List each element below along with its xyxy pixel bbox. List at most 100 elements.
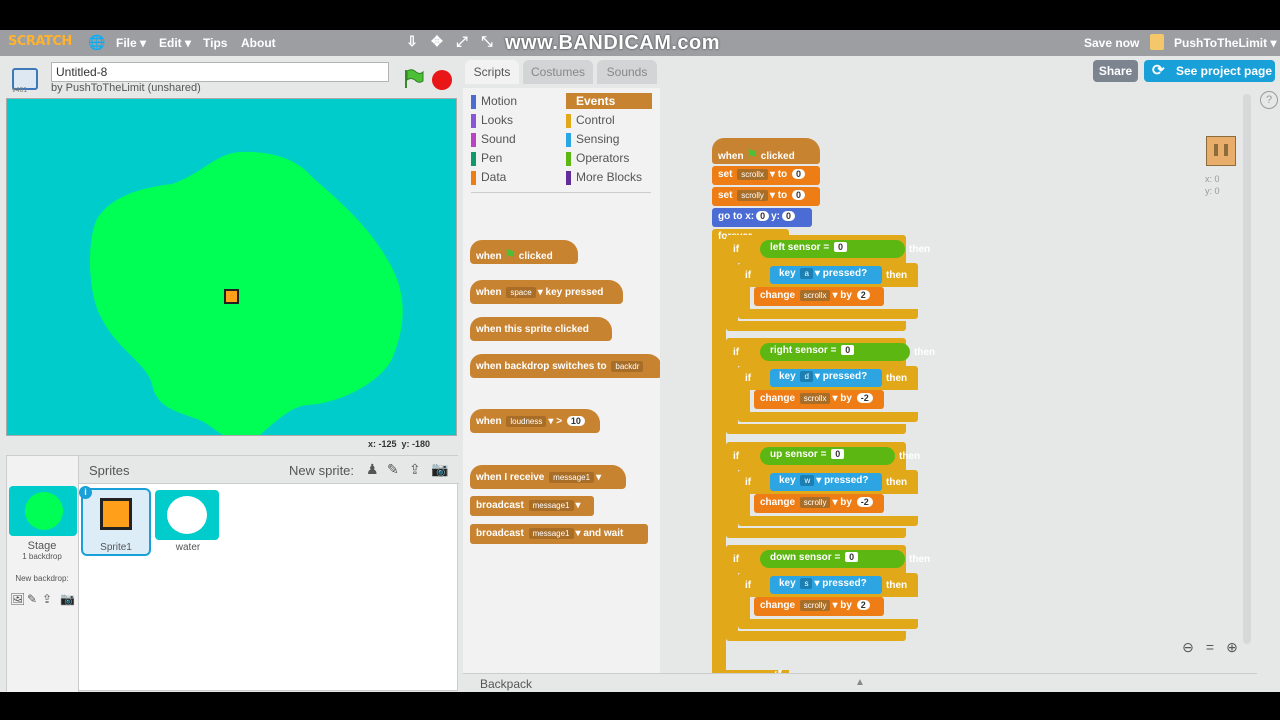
category-pen[interactable]: Pen: [471, 151, 502, 167]
sensor-equals-3[interactable]: down sensor = 0: [760, 550, 905, 568]
then2-label-1[interactable]: then: [886, 373, 907, 385]
palette-when-sprite-clicked[interactable]: when this sprite clicked: [470, 317, 612, 341]
info-icon[interactable]: i: [79, 486, 92, 499]
category-events[interactable]: Events: [566, 93, 652, 109]
sensor-equals-0[interactable]: left sensor = 0: [760, 240, 905, 258]
if-end-2[interactable]: [726, 528, 906, 538]
script-set-scrolly[interactable]: set scrolly ▾ to 0: [712, 187, 820, 206]
tab-costumes[interactable]: Costumes: [523, 60, 593, 84]
zoom-in-icon[interactable]: ⊕: [1224, 639, 1240, 655]
sensor-equals-2[interactable]: up sensor = 0: [760, 447, 895, 465]
if-arm-1[interactable]: [726, 366, 738, 430]
category-more-blocks[interactable]: More Blocks: [566, 170, 642, 186]
backpack-toggle-icon[interactable]: ▲: [855, 677, 865, 688]
key-pressed-3[interactable]: key s ▾ pressed?: [770, 576, 882, 594]
palette-broadcast[interactable]: broadcast message1 ▾: [470, 496, 594, 516]
folder-icon[interactable]: [1150, 34, 1164, 50]
palette-broadcast-and-wait[interactable]: broadcast message1 ▾ and wait: [470, 524, 648, 544]
category-operators[interactable]: Operators: [566, 151, 629, 167]
script-when-flag-clicked[interactable]: when ⚑ clicked: [712, 138, 820, 164]
stage-thumbnail[interactable]: [9, 486, 77, 536]
shrink-icon[interactable]: ⤡: [480, 34, 494, 48]
category-looks[interactable]: Looks: [471, 113, 513, 129]
tab-scripts[interactable]: Scripts: [465, 60, 519, 84]
tab-sounds[interactable]: Sounds: [597, 60, 657, 84]
menu-about[interactable]: About: [241, 36, 276, 50]
inner-arm-0[interactable]: [738, 287, 750, 311]
category-sound[interactable]: Sound: [471, 132, 516, 148]
backpack-bar[interactable]: Backpack ▲: [463, 673, 1257, 692]
stop-icon[interactable]: [432, 70, 452, 90]
category-sensing[interactable]: Sensing: [566, 132, 619, 148]
change-var-1[interactable]: change scrollx ▾ by -2: [754, 390, 884, 409]
script-set-scrollx[interactable]: set scrollx ▾ to 0: [712, 166, 820, 185]
if-arm-3[interactable]: [726, 573, 738, 637]
save-now-link[interactable]: Save now: [1084, 36, 1139, 50]
script-go-to-xy[interactable]: go to x: 0 y: 0: [712, 208, 812, 227]
inner-arm-2[interactable]: [738, 494, 750, 518]
scratch-logo[interactable]: SCRATCH: [8, 34, 72, 49]
key-pressed-2[interactable]: key w ▾ pressed?: [770, 473, 882, 491]
stage-canvas[interactable]: [6, 98, 457, 436]
category-control[interactable]: Control: [566, 113, 615, 129]
sensor-equals-1[interactable]: right sensor = 0: [760, 343, 910, 361]
sprite1-on-stage[interactable]: [224, 289, 239, 304]
menu-file[interactable]: File ▾: [116, 36, 146, 50]
help-icon[interactable]: ?: [1260, 91, 1278, 109]
palette-when-key-pressed[interactable]: when space ▾ key pressed: [470, 280, 623, 304]
upload-backdrop-icon[interactable]: ⇪: [42, 592, 52, 606]
change-var-0[interactable]: change scrollx ▾ by 2: [754, 287, 884, 306]
sprite-library-icon[interactable]: ♟: [366, 461, 379, 478]
inner-end-1[interactable]: [738, 412, 918, 422]
share-button[interactable]: Share: [1093, 60, 1138, 82]
inner-arm-1[interactable]: [738, 390, 750, 414]
green-flag-icon[interactable]: [402, 68, 424, 90]
key-pressed-1[interactable]: key d ▾ pressed?: [770, 369, 882, 387]
if-arm-2[interactable]: [726, 470, 738, 534]
inner-end-2[interactable]: [738, 516, 918, 526]
grow-icon[interactable]: ⤢: [455, 34, 469, 48]
camera-backdrop-icon[interactable]: 📷: [60, 592, 75, 606]
then-label-3[interactable]: then: [909, 554, 930, 566]
category-motion[interactable]: Motion: [471, 94, 517, 110]
then2-label-0[interactable]: then: [886, 270, 907, 282]
if-arm-0[interactable]: [726, 263, 738, 327]
key-pressed-0[interactable]: key a ▾ pressed?: [770, 266, 882, 284]
change-var-3[interactable]: change scrolly ▾ by 2: [754, 597, 884, 616]
if-end-0[interactable]: [726, 321, 906, 331]
inner-end-3[interactable]: [738, 619, 918, 629]
then2-label-3[interactable]: then: [886, 580, 907, 592]
category-data[interactable]: Data: [471, 170, 506, 186]
upload-sprite-icon[interactable]: ⇪: [409, 461, 421, 478]
palette-when-flag-clicked[interactable]: when ⚑ clicked: [470, 240, 578, 264]
palette-when-i-receive[interactable]: when I receive message1 ▾: [470, 465, 626, 489]
duplicate-icon[interactable]: ⇩: [405, 34, 419, 48]
change-var-2[interactable]: change scrolly ▾ by -2: [754, 494, 884, 513]
if-end-3[interactable]: [726, 631, 906, 641]
inner-arm-3[interactable]: [738, 597, 750, 621]
paint-backdrop-icon[interactable]: 🖼: [10, 592, 25, 606]
menu-edit[interactable]: Edit ▾: [159, 36, 191, 50]
zoom-out-icon[interactable]: ⊖: [1180, 639, 1196, 655]
palette-when-backdrop-switches[interactable]: when backdrop switches to backdr: [470, 354, 660, 378]
globe-icon[interactable]: 🌐: [88, 34, 105, 51]
inner-end-0[interactable]: [738, 309, 918, 319]
paint-sprite-icon[interactable]: ✎: [387, 461, 399, 478]
if-end-1[interactable]: [726, 424, 906, 434]
brush-backdrop-icon[interactable]: ✎: [27, 592, 37, 606]
then-label-1[interactable]: then: [914, 347, 935, 359]
palette-when-loudness[interactable]: when loudness ▾ > 10: [470, 409, 600, 433]
move-icon[interactable]: ✥: [430, 34, 444, 48]
project-title-input[interactable]: [51, 62, 389, 82]
see-project-page-button[interactable]: ⟳ See project page: [1144, 60, 1275, 82]
zoom-reset-icon[interactable]: =: [1202, 639, 1218, 655]
camera-sprite-icon[interactable]: 📷: [431, 461, 448, 478]
then2-label-2[interactable]: then: [886, 477, 907, 489]
script-scrollbar[interactable]: [1243, 94, 1251, 644]
user-menu[interactable]: PushToTheLimit ▾: [1174, 36, 1276, 50]
menu-tips[interactable]: Tips: [203, 36, 227, 50]
sprite-thumb-water[interactable]: water: [153, 488, 223, 556]
sprite-thumb-sprite1[interactable]: Sprite1 i: [79, 486, 151, 556]
script-area[interactable]: when ⚑ clicked set scrollx ▾ to 0 set scr…: [662, 90, 1252, 692]
then-label-2[interactable]: then: [899, 451, 920, 463]
